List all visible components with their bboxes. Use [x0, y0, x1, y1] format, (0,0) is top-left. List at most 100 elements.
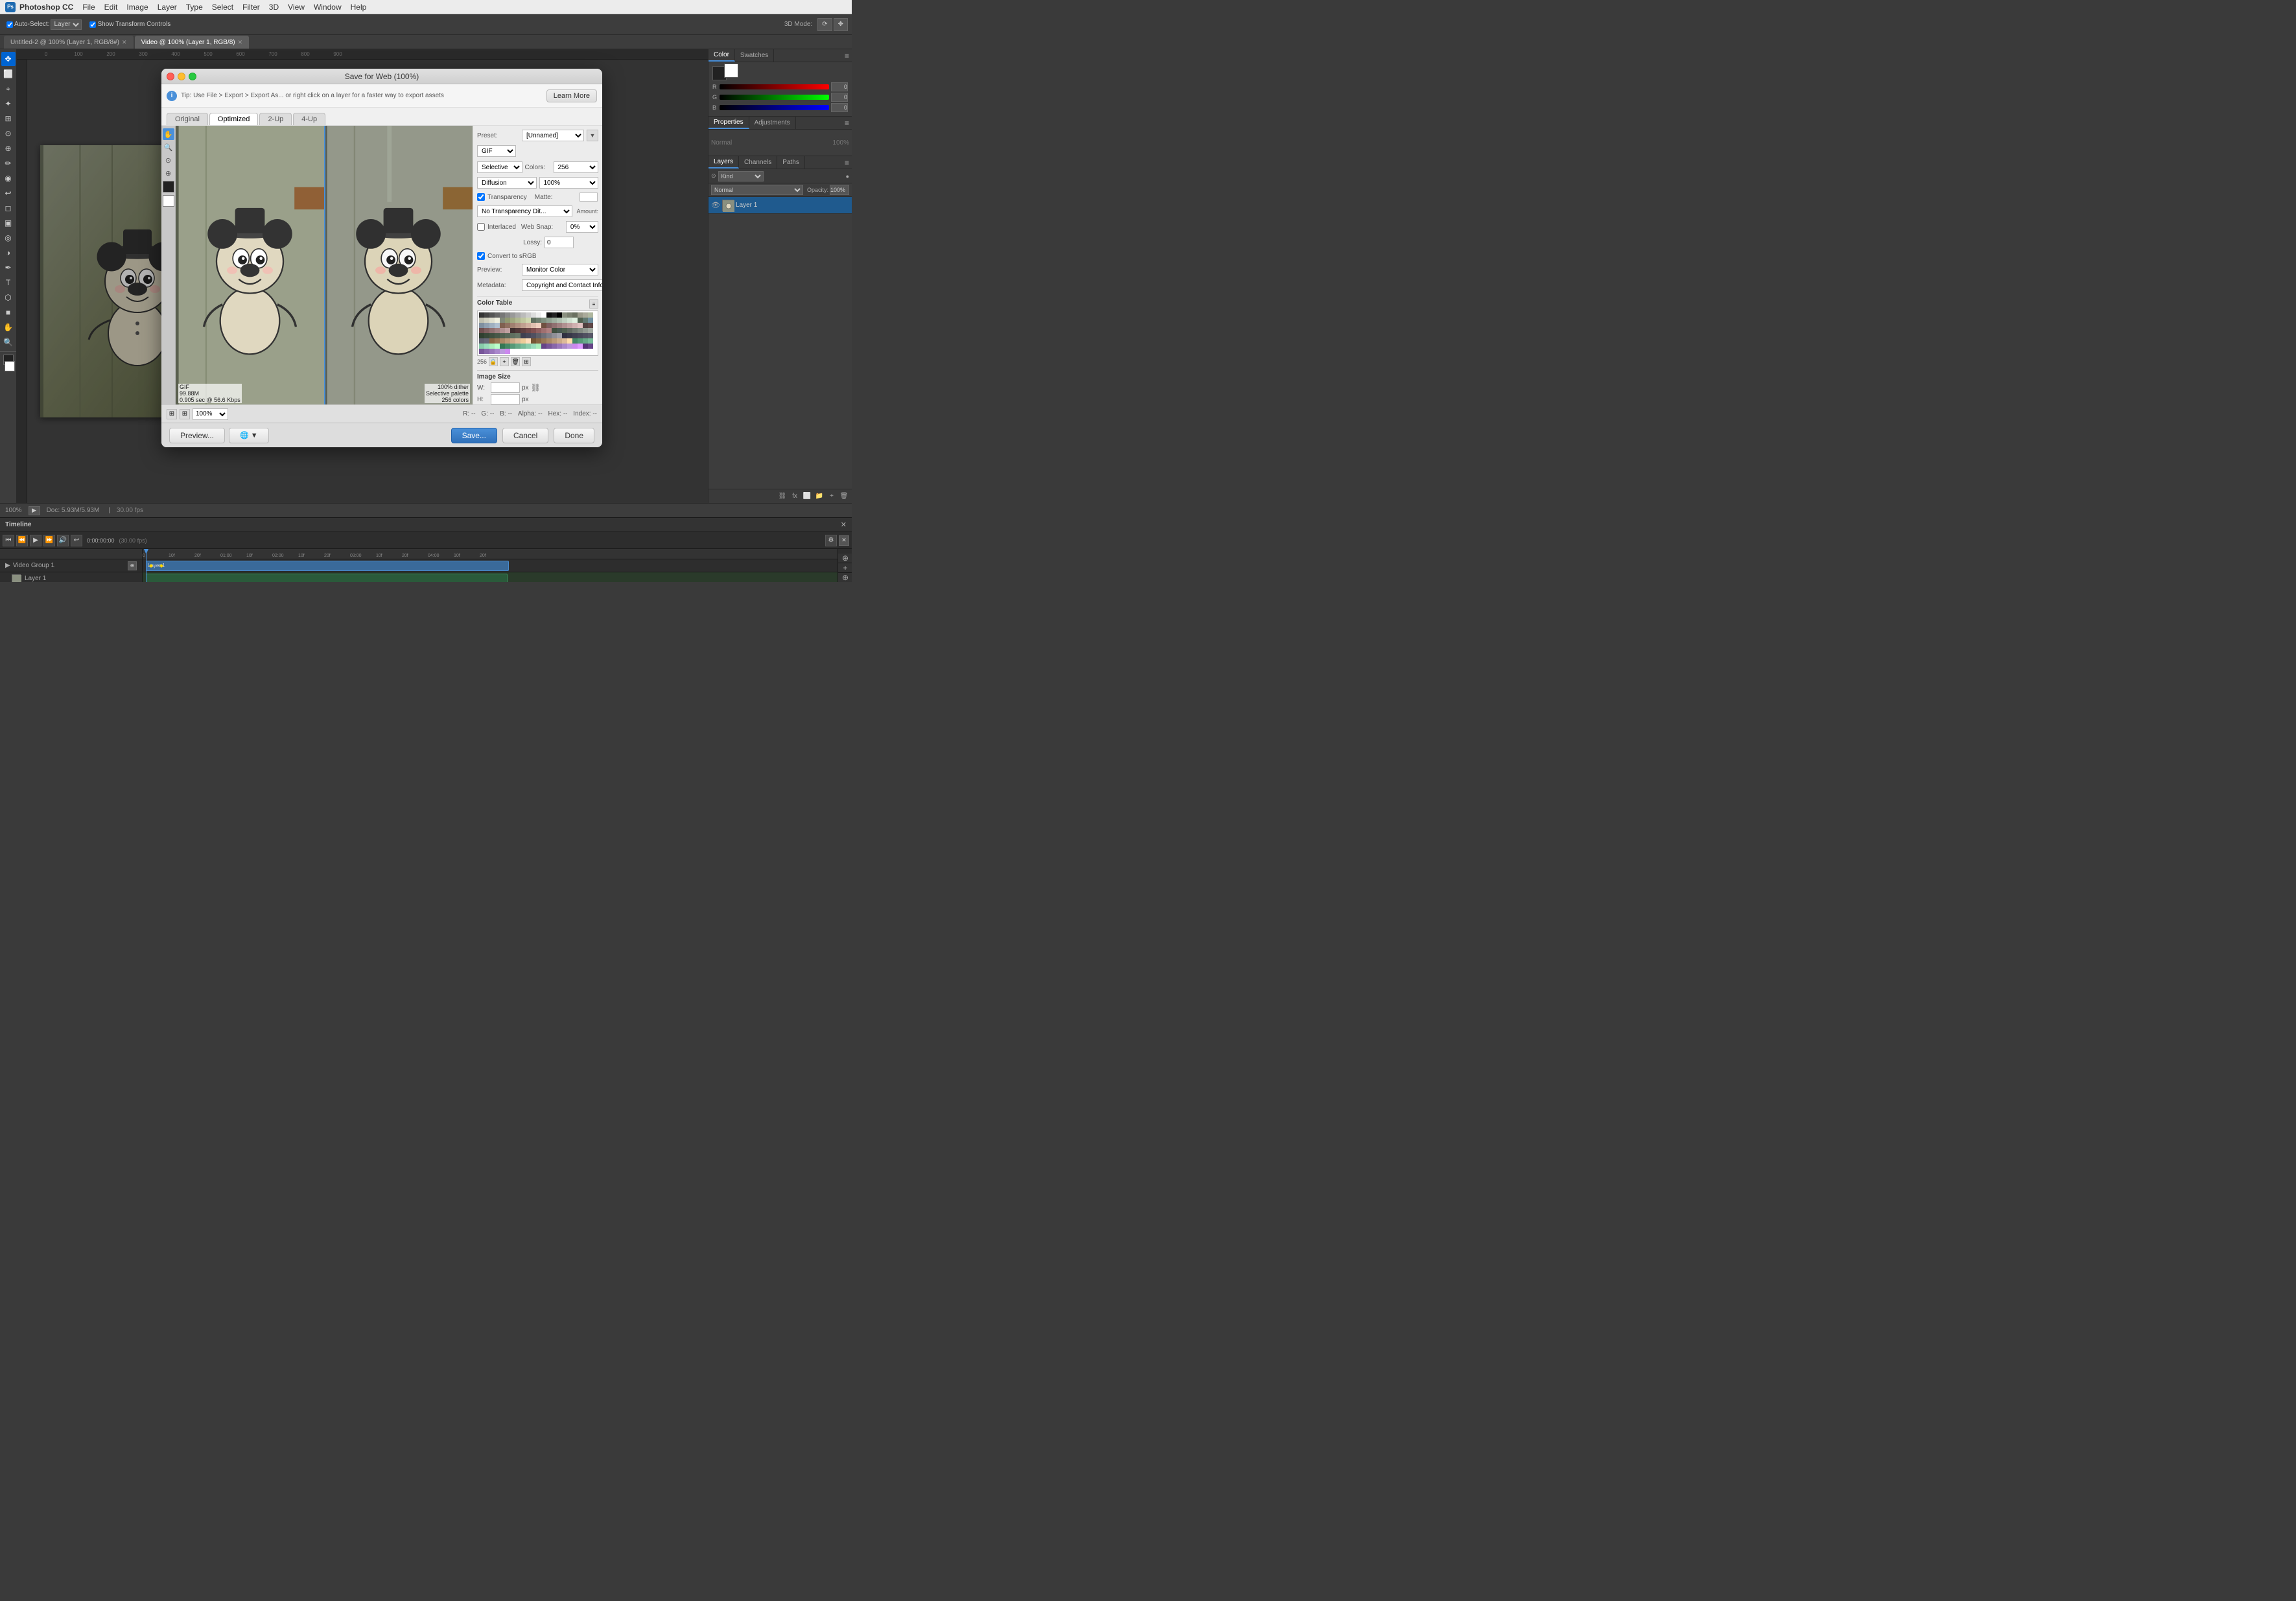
- interlaced-checkbox[interactable]: [477, 223, 485, 231]
- tab-video[interactable]: Video @ 100% (Layer 1, RGB/8) ✕: [135, 36, 250, 49]
- color-swatch-item[interactable]: [500, 323, 505, 328]
- color-swatch-item[interactable]: [510, 328, 515, 333]
- color-swatch-item[interactable]: [572, 312, 578, 318]
- color-swatch-item[interactable]: [567, 338, 572, 344]
- color-swatch-item[interactable]: [588, 323, 593, 328]
- color-swatch-item[interactable]: [531, 328, 536, 333]
- dialog-zoom-select[interactable]: 100%: [193, 408, 228, 420]
- color-swatch-item[interactable]: [484, 349, 489, 354]
- tl-settings[interactable]: ⚙: [825, 535, 837, 546]
- layers-fx-btn[interactable]: fx: [790, 491, 800, 502]
- color-swatch-item[interactable]: [572, 344, 578, 349]
- layers-panel-menu[interactable]: ≡: [842, 156, 852, 169]
- properties-panel-menu[interactable]: ≡: [842, 117, 852, 129]
- color-swatch-item[interactable]: [546, 328, 552, 333]
- color-swatch-item[interactable]: [552, 333, 557, 338]
- menu-help[interactable]: Help: [347, 0, 371, 14]
- color-swatch-item[interactable]: [526, 312, 531, 318]
- dodge-tool[interactable]: ◑: [1, 246, 16, 260]
- web-snap-select[interactable]: 0%: [566, 221, 598, 233]
- color-swatch-item[interactable]: [567, 318, 572, 323]
- menu-3d[interactable]: 3D: [265, 0, 283, 14]
- hand-tool[interactable]: ✋: [1, 320, 16, 334]
- minimize-button[interactable]: [178, 73, 185, 80]
- color-swatch-item[interactable]: [515, 312, 521, 318]
- color-tab[interactable]: Color: [709, 49, 735, 62]
- menu-filter[interactable]: Filter: [239, 0, 264, 14]
- layers-tab[interactable]: Layers: [709, 156, 739, 169]
- tl-audio[interactable]: 🔊: [57, 535, 69, 546]
- lossy-input[interactable]: 0: [545, 237, 574, 248]
- color-swatch-item[interactable]: [572, 333, 578, 338]
- text-tool[interactable]: T: [1, 275, 16, 290]
- lasso-tool[interactable]: ⌖: [1, 82, 16, 96]
- color-swatch-item[interactable]: [536, 344, 541, 349]
- layers-new-btn[interactable]: +: [826, 491, 837, 502]
- color-swatch-item[interactable]: [583, 312, 588, 318]
- color-swatch-item[interactable]: [583, 323, 588, 328]
- add-layer-track-btn[interactable]: +: [838, 563, 852, 573]
- background-color[interactable]: [5, 361, 15, 371]
- dialog-preview-area[interactable]: GIF 99.88M 0.905 sec @ 56.6 Kbps 100% di…: [176, 126, 473, 404]
- color-swatch-item[interactable]: [521, 328, 526, 333]
- ct-lock-btn[interactable]: 🔒: [489, 357, 498, 366]
- color-swatch-item[interactable]: [479, 328, 484, 333]
- color-swatch-item[interactable]: [588, 338, 593, 344]
- color-swatch-item[interactable]: [562, 344, 567, 349]
- color-swatch-item[interactable]: [505, 338, 510, 344]
- color-swatch-item[interactable]: [578, 333, 583, 338]
- color-swatch-item[interactable]: [531, 318, 536, 323]
- b-channel-input[interactable]: [831, 103, 848, 112]
- menu-select[interactable]: Select: [208, 0, 237, 14]
- color-swatch-item[interactable]: [562, 318, 567, 323]
- color-swatch-item[interactable]: [557, 338, 562, 344]
- color-swatch-item[interactable]: [479, 344, 484, 349]
- color-swatch-item[interactable]: [536, 338, 541, 344]
- color-swatch-item[interactable]: [552, 312, 557, 318]
- color-swatch-item[interactable]: [557, 328, 562, 333]
- color-swatch-item[interactable]: [515, 323, 521, 328]
- color-swatch-item[interactable]: [541, 338, 546, 344]
- swatches-tab[interactable]: Swatches: [735, 49, 774, 62]
- color-swatch-item[interactable]: [562, 338, 567, 344]
- color-swatch-item[interactable]: [531, 312, 536, 318]
- color-swatch-item[interactable]: [536, 333, 541, 338]
- menu-layer[interactable]: Layer: [154, 0, 181, 14]
- 3d-rotate-btn[interactable]: ⟳: [817, 18, 832, 31]
- preset-select[interactable]: [Unnamed]: [522, 130, 584, 141]
- metadata-select[interactable]: Copyright and Contact Info: [522, 279, 602, 291]
- transform-checkbox[interactable]: [89, 21, 96, 28]
- color-swatch-item[interactable]: [495, 312, 500, 318]
- zoom-tool-dialog[interactable]: 🔍: [163, 141, 174, 153]
- color-swatch-item[interactable]: [526, 318, 531, 323]
- save-button[interactable]: Save...: [451, 428, 497, 443]
- color-swatch-item[interactable]: [505, 323, 510, 328]
- layers-mask-btn[interactable]: ⬜: [802, 491, 812, 502]
- layers-link-btn[interactable]: ⛓: [777, 491, 788, 502]
- color-swatch-item[interactable]: [572, 323, 578, 328]
- g-channel-input[interactable]: [831, 93, 848, 102]
- eraser-tool[interactable]: ◻: [1, 201, 16, 215]
- color-swatch-item[interactable]: [588, 328, 593, 333]
- tab-2up[interactable]: 2-Up: [259, 113, 292, 125]
- menu-file[interactable]: File: [78, 0, 99, 14]
- color-swatch-item[interactable]: [526, 328, 531, 333]
- filter-toggle[interactable]: ●: [846, 173, 849, 180]
- auto-select-type[interactable]: Layer: [51, 19, 82, 30]
- color-swatch-item[interactable]: [500, 338, 505, 344]
- dither-amount-select[interactable]: 100%: [539, 177, 599, 189]
- color-swatch-item[interactable]: [541, 328, 546, 333]
- color-swatch-item[interactable]: [562, 312, 567, 318]
- color-panel-menu[interactable]: ≡: [842, 49, 852, 62]
- auto-select-checkbox[interactable]: [6, 21, 13, 28]
- color-swatch-item[interactable]: [572, 328, 578, 333]
- 3d-pan-btn[interactable]: ✥: [834, 18, 848, 31]
- color-swatch-item[interactable]: [505, 318, 510, 323]
- filter-kind-select[interactable]: Kind: [718, 171, 764, 181]
- color-swatch-item[interactable]: [588, 333, 593, 338]
- preview-zoom-btn-2[interactable]: ⊞: [180, 409, 190, 419]
- ct-action-1[interactable]: ≡: [589, 299, 598, 309]
- color-swatch-item[interactable]: [583, 333, 588, 338]
- track-expand-icon[interactable]: ▶: [5, 562, 10, 569]
- fg-color-dialog[interactable]: [163, 181, 174, 193]
